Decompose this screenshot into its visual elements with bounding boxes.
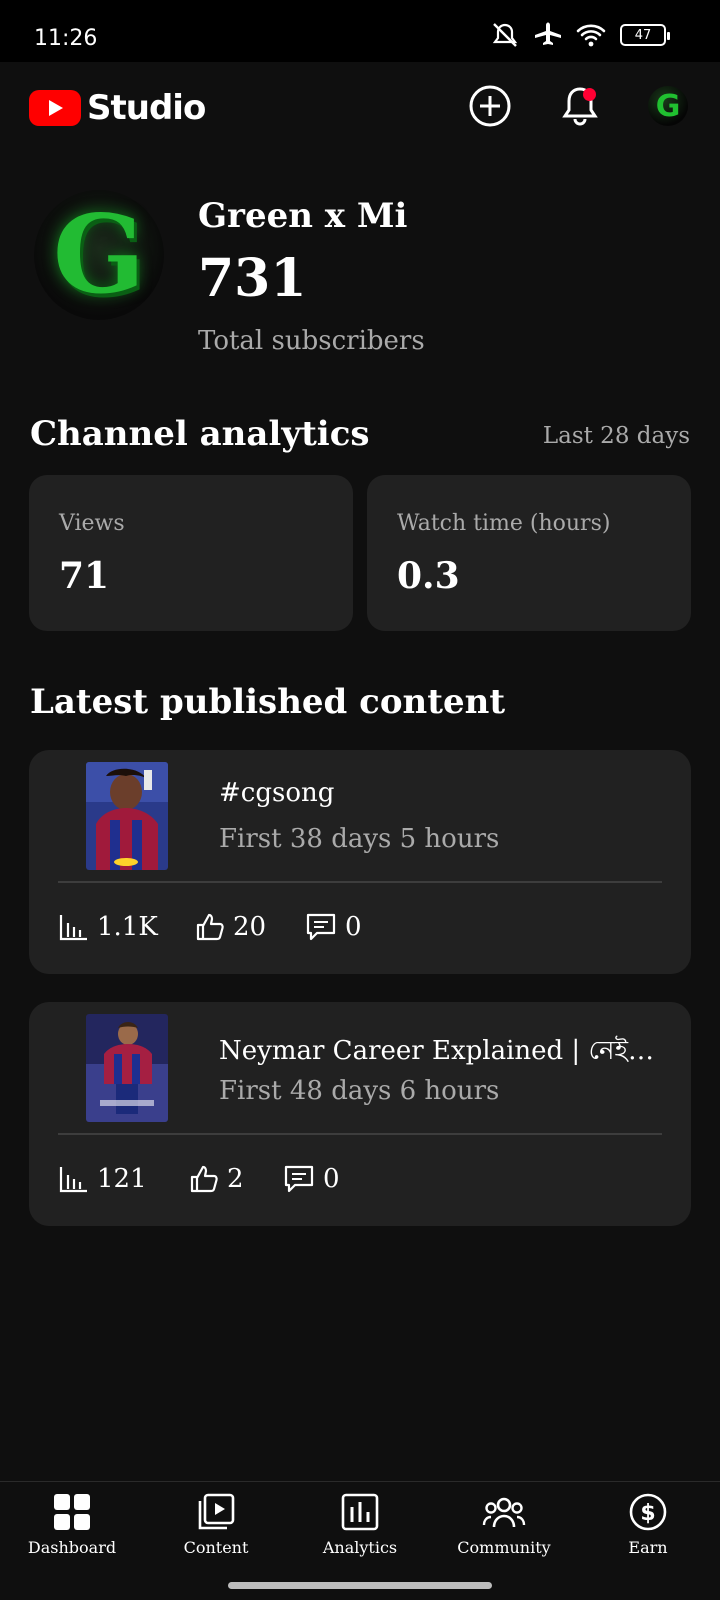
- comments-metric: 0: [305, 912, 362, 942]
- nav-label: Content: [183, 1538, 249, 1557]
- create-icon: [469, 85, 511, 127]
- views-metric: 121: [59, 1164, 147, 1194]
- account-button[interactable]: G: [644, 82, 692, 130]
- create-button[interactable]: [466, 82, 514, 130]
- comments-count: 0: [345, 912, 362, 942]
- likes-metric: 20: [195, 912, 266, 942]
- views-value: 71: [59, 555, 110, 597]
- airplane-icon: [535, 22, 561, 45]
- latest-content-title: Latest published content: [30, 682, 506, 722]
- earn-icon: $: [629, 1493, 667, 1531]
- app-bar: Studio G: [0, 62, 720, 150]
- comments-metric: 0: [283, 1164, 340, 1194]
- views-label: Views: [59, 511, 125, 536]
- thumbs-up-icon: [196, 913, 224, 941]
- card-divider: [58, 1133, 662, 1135]
- views-metric: 1.1K: [59, 912, 158, 942]
- channel-name: Green x Mi: [198, 196, 408, 236]
- notifications-button[interactable]: [556, 82, 604, 130]
- battery-level: 47: [634, 27, 652, 43]
- thumbs-up-icon: [190, 1165, 218, 1193]
- content-icon: [198, 1493, 235, 1530]
- views-card[interactable]: Views 71: [29, 475, 353, 631]
- watch-time-label: Watch time (hours): [397, 511, 611, 536]
- video-age: First 48 days 6 hours: [219, 1076, 500, 1106]
- nav-analytics[interactable]: Analytics: [288, 1492, 432, 1557]
- status-time: 11:26: [34, 26, 98, 51]
- home-indicator[interactable]: [228, 1582, 492, 1589]
- notification-badge: [583, 88, 596, 101]
- nav-earn[interactable]: $ Earn: [576, 1492, 720, 1557]
- likes-count: 20: [233, 912, 267, 942]
- content-card[interactable]: #cgsong First 38 days 5 hours 1.1K 20 0: [29, 750, 691, 974]
- status-bar: 11:26 47: [0, 0, 720, 62]
- mute-icon: [492, 23, 518, 47]
- status-icons: 47: [490, 22, 670, 48]
- subscriber-count: 731: [198, 248, 307, 309]
- logo-text: Studio: [87, 88, 206, 128]
- views-count: 121: [97, 1164, 147, 1194]
- comment-icon: [306, 913, 336, 941]
- card-divider: [58, 881, 662, 883]
- channel-avatar-letter: G: [52, 192, 146, 318]
- analytics-icon: [341, 1493, 379, 1531]
- youtube-play-icon: [29, 90, 81, 126]
- bar-chart-icon: [59, 1167, 87, 1193]
- nav-dashboard[interactable]: Dashboard: [0, 1492, 144, 1557]
- likes-count: 2: [227, 1164, 244, 1194]
- nav-label: Dashboard: [27, 1538, 117, 1557]
- video-thumbnail: [86, 1014, 168, 1122]
- watch-time-card[interactable]: Watch time (hours) 0.3: [367, 475, 691, 631]
- svg-text:$: $: [640, 1501, 655, 1526]
- community-icon: [482, 1497, 526, 1528]
- nav-label: Earn: [628, 1538, 668, 1557]
- subscriber-label: Total subscribers: [198, 326, 425, 356]
- nav-label: Community: [457, 1538, 551, 1557]
- battery-icon: 47: [620, 24, 670, 46]
- video-title: #cgsong: [219, 778, 335, 808]
- nav-content[interactable]: Content: [144, 1492, 288, 1557]
- bottom-navigation: Dashboard Content Analytics Community $ …: [0, 1481, 720, 1571]
- views-count: 1.1K: [97, 912, 158, 942]
- channel-avatar[interactable]: G: [34, 190, 164, 320]
- nav-community[interactable]: Community: [432, 1492, 576, 1557]
- bar-chart-icon: [59, 915, 87, 941]
- channel-header: G Green x Mi 731 Total subscribers: [0, 190, 720, 370]
- comments-count: 0: [323, 1164, 340, 1194]
- comment-icon: [284, 1165, 314, 1193]
- avatar: G: [648, 86, 688, 126]
- channel-analytics-title: Channel analytics: [30, 414, 370, 454]
- content-card[interactable]: Neymar Career Explained | নেইমা... First…: [29, 1002, 691, 1226]
- date-range-label: Last 28 days: [542, 423, 690, 449]
- nav-label: Analytics: [322, 1538, 398, 1557]
- video-age: First 38 days 5 hours: [219, 824, 500, 854]
- wifi-icon: [576, 24, 606, 47]
- youtube-studio-logo[interactable]: Studio: [29, 88, 206, 128]
- video-thumbnail: [86, 762, 168, 870]
- video-title: Neymar Career Explained | নেইমা...: [219, 1036, 659, 1066]
- watch-time-value: 0.3: [397, 555, 460, 597]
- likes-metric: 2: [189, 1164, 244, 1194]
- dashboard-icon: [54, 1494, 90, 1530]
